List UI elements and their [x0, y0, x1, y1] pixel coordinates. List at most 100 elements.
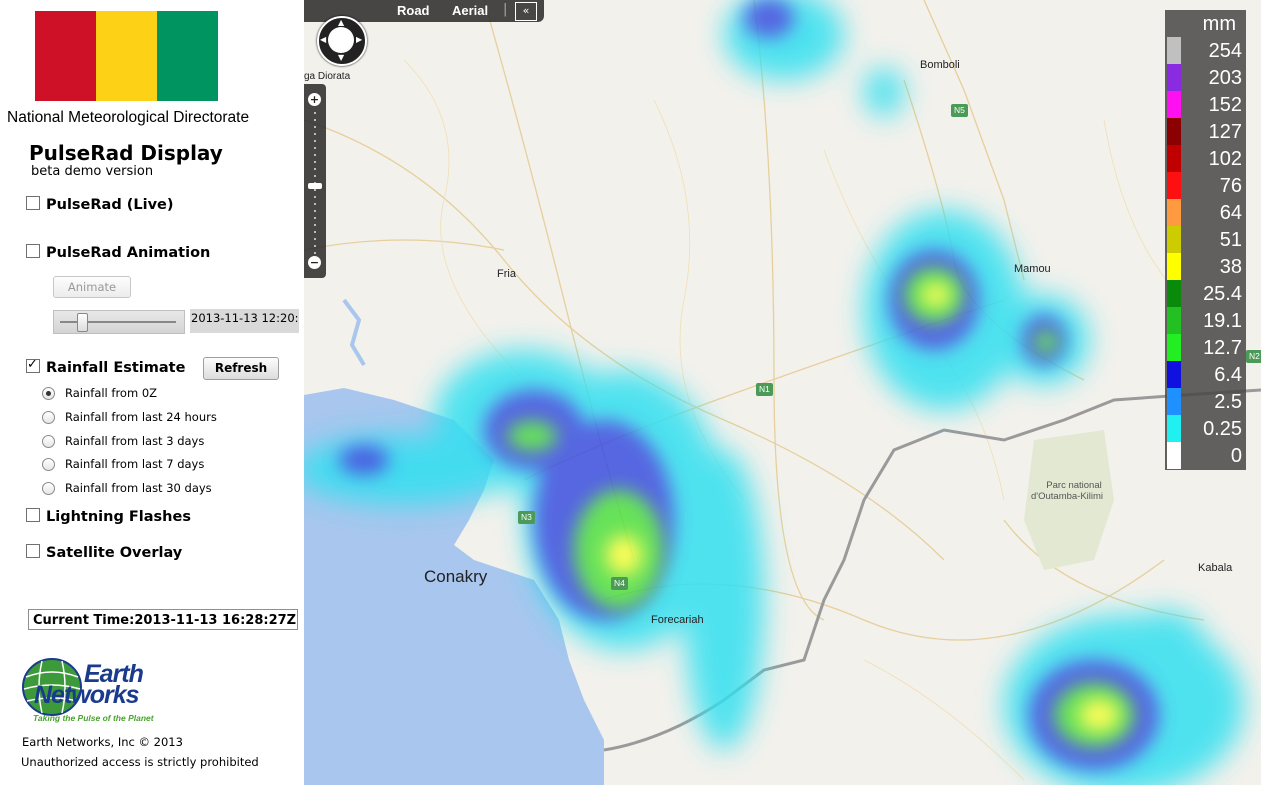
- rainfall-option-24-hours[interactable]: Rainfall from last 24 hours: [42, 410, 217, 424]
- road-mode-button[interactable]: Road: [397, 3, 430, 18]
- road-shield-n3: N3: [518, 511, 535, 524]
- app-subtitle: beta demo version: [31, 164, 154, 179]
- river: [342, 298, 366, 367]
- legend-level: 203: [1165, 64, 1246, 91]
- flag-yellow-stripe: [96, 11, 157, 101]
- pulserad-animation-label: PulseRad Animation: [46, 245, 211, 261]
- legend-level: 152: [1165, 91, 1246, 118]
- flag-green-stripe: [157, 11, 218, 101]
- zoom-out-icon[interactable]: −: [308, 256, 321, 269]
- rainfall-option-3-days[interactable]: Rainfall from last 3 days: [42, 434, 204, 448]
- legend-color-swatch: [1167, 388, 1181, 415]
- legend-value: 6.4: [1214, 364, 1242, 386]
- logo-tagline: Taking the Pulse of the Planet: [33, 713, 154, 723]
- rainfall-option-7-days[interactable]: Rainfall from last 7 days: [42, 457, 204, 471]
- slider-thumb[interactable]: [76, 313, 88, 332]
- lightning-flashes-checkbox[interactable]: [26, 508, 40, 522]
- rainfall-option-30-days[interactable]: Rainfall from last 30 days: [42, 481, 212, 495]
- mode-separator: |: [503, 2, 508, 17]
- logo-wordmark: Earth Networks: [34, 662, 144, 708]
- legend-color-swatch: [1167, 199, 1181, 226]
- legend-level: 102: [1165, 145, 1246, 172]
- pulserad-animation-checkbox[interactable]: [26, 244, 40, 258]
- legend-color-swatch: [1167, 361, 1181, 388]
- control-panel: National Meteorological Directorate Puls…: [0, 0, 304, 785]
- flag-red-stripe: [35, 11, 96, 101]
- legend-value: 76: [1219, 175, 1242, 197]
- compass-center[interactable]: [328, 27, 354, 53]
- legend-value: 25.4: [1203, 283, 1242, 305]
- rainfall-estimate-checkbox[interactable]: [26, 357, 40, 373]
- place-label-mamou: Mamou: [1014, 263, 1051, 275]
- road-shield-n2: N2: [1246, 350, 1261, 363]
- radio-label: Rainfall from last 24 hours: [65, 410, 217, 424]
- lightning-flashes-option[interactable]: Lightning Flashes: [26, 508, 191, 525]
- legend-value: 64: [1219, 202, 1242, 224]
- zoom-slider-thumb[interactable]: [308, 183, 322, 189]
- legend-unit: mm: [1202, 13, 1236, 35]
- pulserad-live-label: PulseRad (Live): [46, 197, 174, 213]
- legend-color-swatch: [1167, 415, 1181, 442]
- pan-up-icon[interactable]: ▲: [338, 18, 344, 27]
- legend-value: 0: [1230, 445, 1242, 467]
- legend-value: 152: [1208, 94, 1242, 116]
- zoom-bar[interactable]: + −: [304, 84, 326, 278]
- legend-color-swatch: [1167, 253, 1181, 280]
- map-canvas[interactable]: [304, 0, 1261, 785]
- aerial-mode-button[interactable]: Aerial: [452, 3, 488, 18]
- pan-right-icon[interactable]: ▶: [356, 35, 362, 44]
- current-time-field: Current Time:2013-11-13 16:28:27Z: [28, 609, 298, 630]
- radio-button[interactable]: [42, 386, 55, 400]
- legend-value: 2.5: [1214, 391, 1242, 413]
- satellite-overlay-checkbox[interactable]: [26, 544, 40, 558]
- satellite-overlay-option[interactable]: Satellite Overlay: [26, 544, 183, 561]
- place-label-fria: Fria: [497, 268, 516, 280]
- rainfall-estimate-option[interactable]: Rainfall Estimate: [26, 357, 185, 376]
- radio-button[interactable]: [42, 410, 55, 424]
- pan-compass[interactable]: ▲ ▼ ◀ ▶: [317, 16, 367, 66]
- park-label-line-1: Parc national: [1046, 480, 1102, 491]
- satellite-overlay-label: Satellite Overlay: [46, 545, 183, 561]
- copyright-text: Earth Networks, Inc © 2013: [22, 735, 183, 749]
- legend-color-swatch: [1167, 334, 1181, 361]
- radio-button[interactable]: [42, 457, 55, 471]
- legend-value: 203: [1208, 67, 1242, 89]
- map-view[interactable]: Conakry Fria Bomboli Mamou Forecariah Ka…: [304, 0, 1261, 785]
- legend-value: 102: [1208, 148, 1242, 170]
- legend-level: 64: [1165, 199, 1246, 226]
- pulserad-animation-option[interactable]: PulseRad Animation: [26, 244, 211, 261]
- legend-color-swatch: [1167, 37, 1181, 64]
- pulserad-live-checkbox[interactable]: [26, 196, 40, 210]
- earth-networks-logo: Earth Networks Taking the Pulse of the P…: [22, 655, 192, 725]
- pulserad-live-option[interactable]: PulseRad (Live): [26, 196, 174, 213]
- animation-time-slider[interactable]: [53, 310, 185, 334]
- road-shield-n5: N5: [951, 104, 968, 117]
- radio-button[interactable]: [42, 434, 55, 448]
- rainfall-option-0z[interactable]: Rainfall from 0Z: [42, 386, 157, 400]
- legend-value: 38: [1219, 256, 1242, 278]
- radio-button[interactable]: [42, 481, 55, 495]
- radio-label: Rainfall from last 30 days: [65, 481, 212, 495]
- pan-down-icon[interactable]: ▼: [338, 53, 344, 62]
- legend-level: 0: [1165, 442, 1246, 469]
- animation-time-display: 2013-11-13 12:20:00Z: [190, 309, 299, 333]
- pan-left-icon[interactable]: ◀: [320, 35, 326, 44]
- legend-color-swatch: [1167, 172, 1181, 199]
- zoom-in-icon[interactable]: +: [308, 93, 321, 106]
- legend-level: 76: [1165, 172, 1246, 199]
- road-shield-n1: N1: [756, 383, 773, 396]
- lightning-flashes-label: Lightning Flashes: [46, 509, 191, 525]
- legend-level: 51: [1165, 226, 1246, 253]
- legend-level: 38: [1165, 253, 1246, 280]
- legend-color-swatch: [1167, 280, 1181, 307]
- legend-level: 25.4: [1165, 280, 1246, 307]
- animate-button[interactable]: Animate: [53, 276, 131, 298]
- refresh-button[interactable]: Refresh: [203, 357, 279, 380]
- legend-value: 0.25: [1203, 418, 1242, 440]
- double-chevron-left-icon[interactable]: «: [515, 2, 537, 21]
- legend-value: 127: [1208, 121, 1242, 143]
- legend-color-swatch: [1167, 118, 1181, 145]
- legend-color-swatch: [1167, 307, 1181, 334]
- legend-color-swatch: [1167, 442, 1181, 469]
- legend-value: 19.1: [1203, 310, 1242, 332]
